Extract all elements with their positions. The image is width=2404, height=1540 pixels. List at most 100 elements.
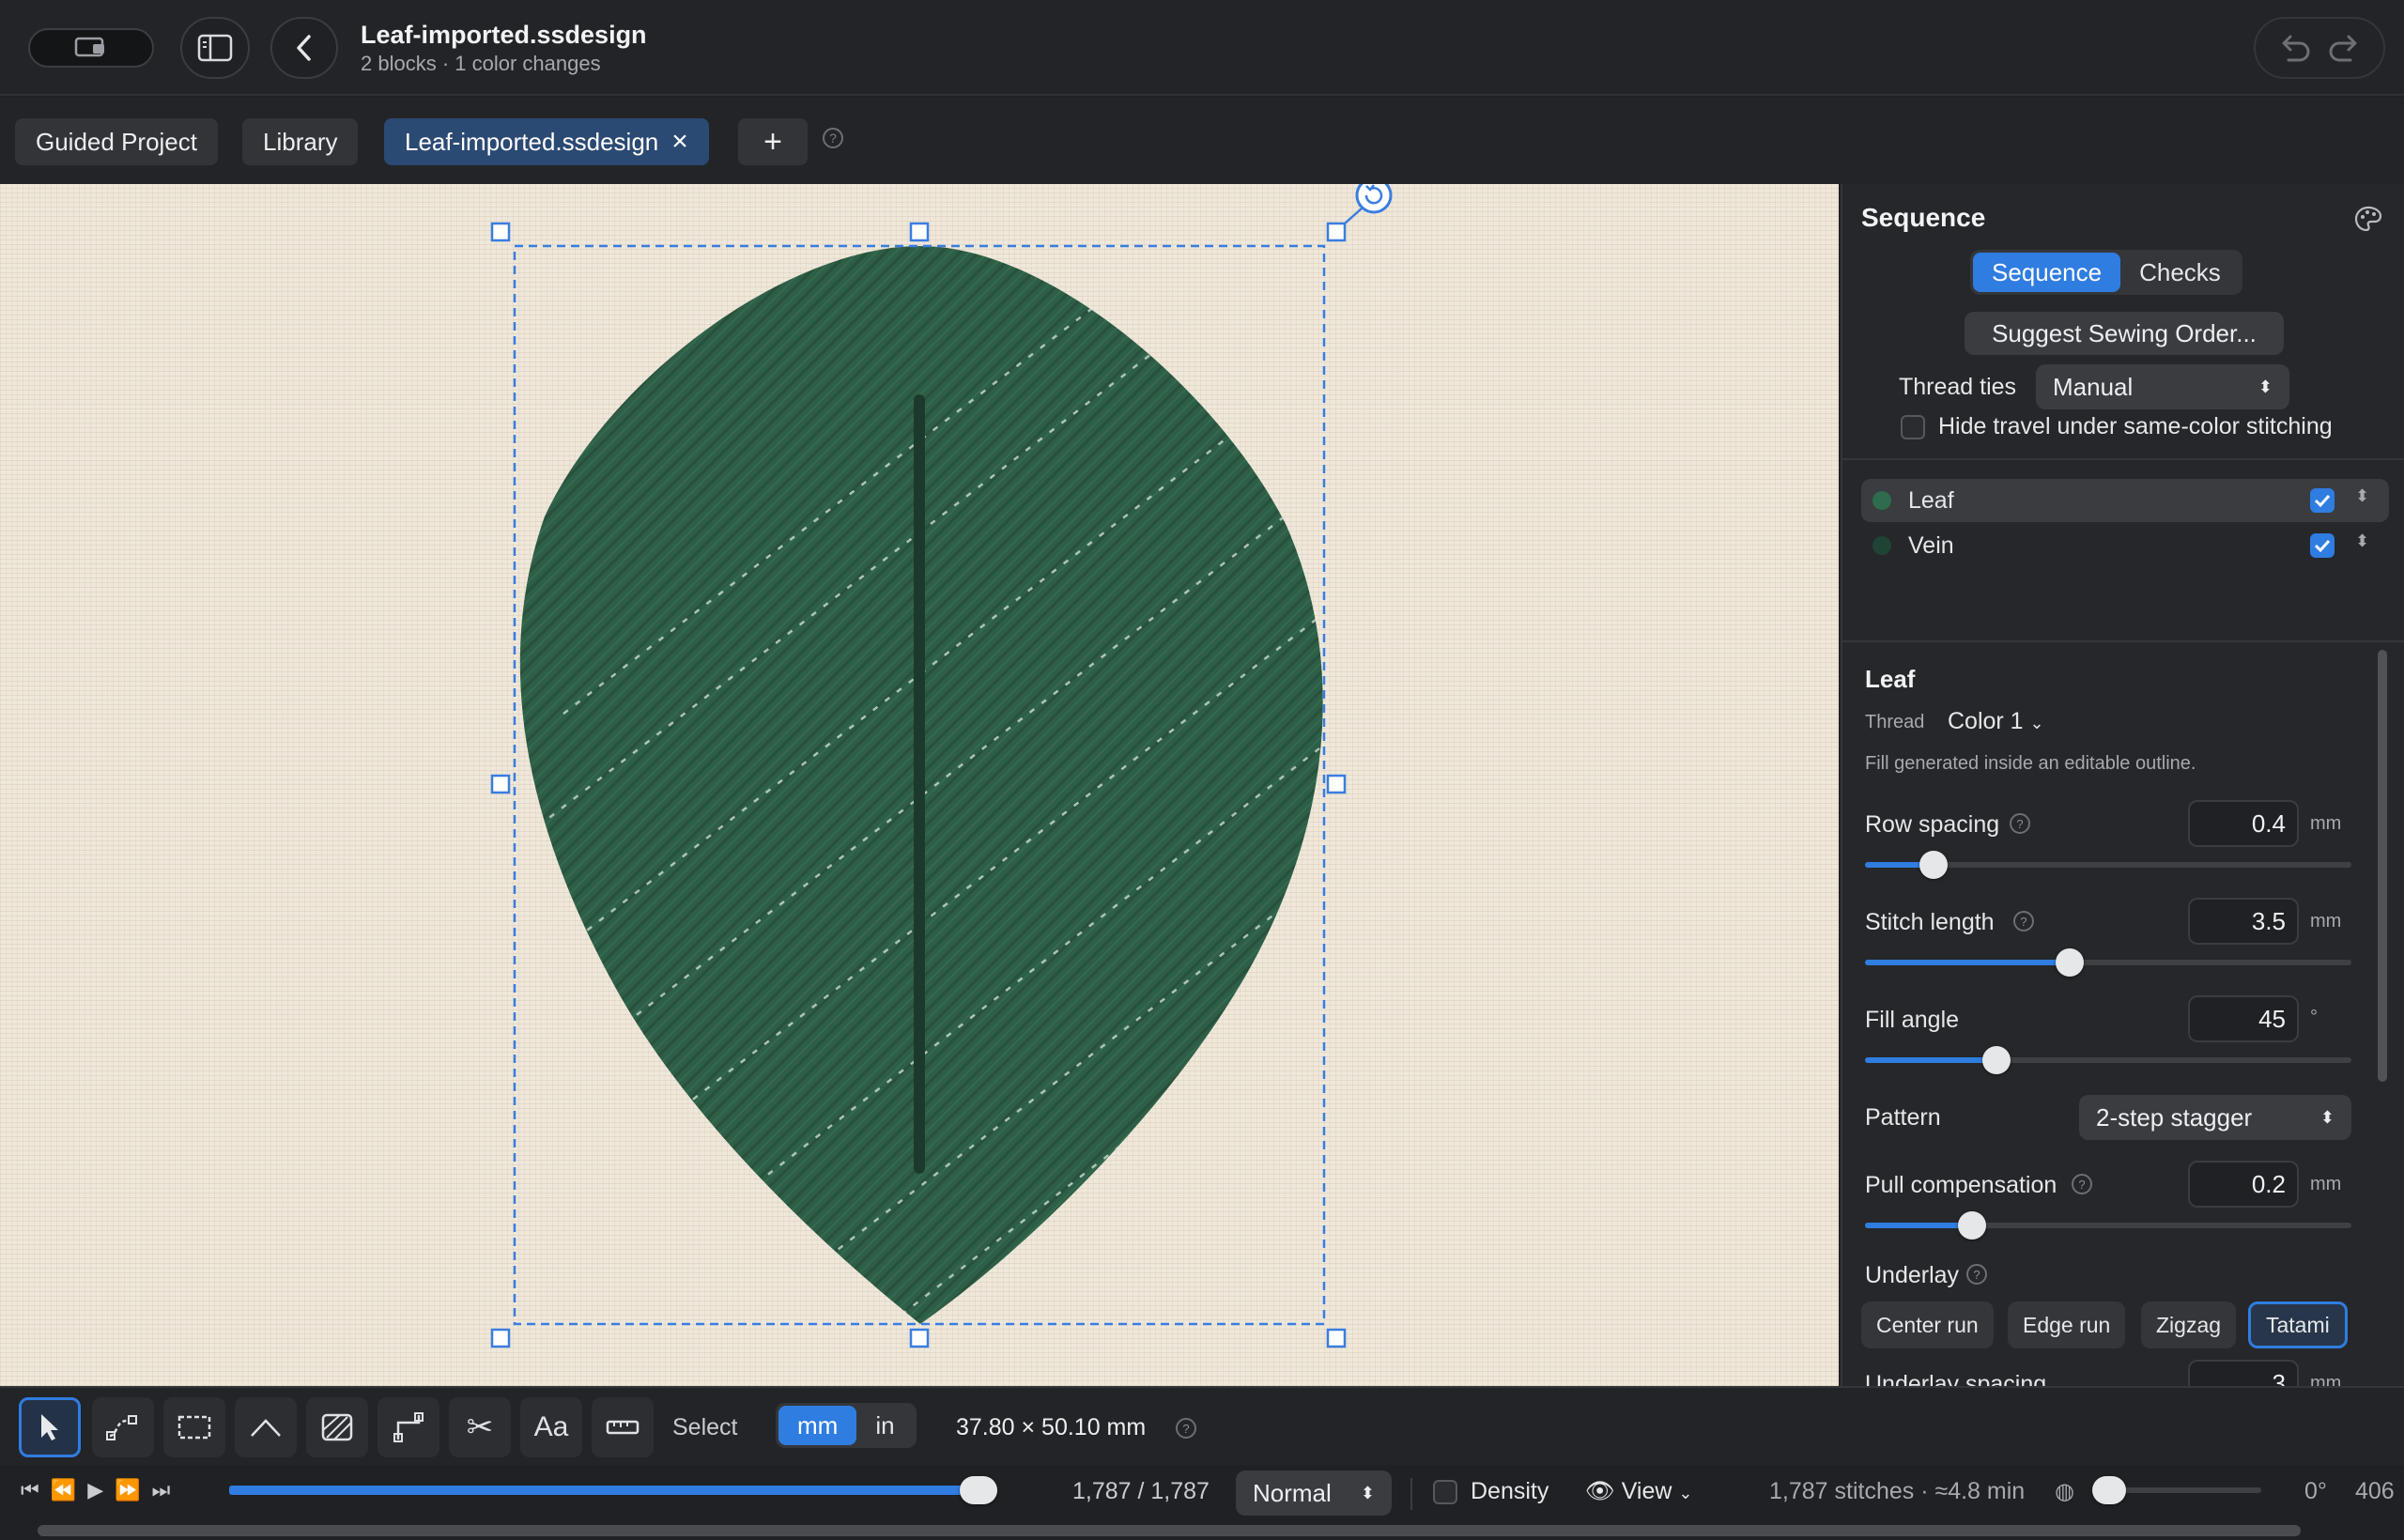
tab-guided-project[interactable]: Guided Project [15, 118, 218, 165]
select-tool[interactable] [19, 1397, 81, 1457]
help-icon[interactable]: ? [2072, 1174, 2092, 1194]
vein-visible-checkbox[interactable] [2310, 533, 2335, 558]
help-icon[interactable]: ? [1966, 1264, 1987, 1285]
stitch-progress-slider[interactable] [229, 1476, 997, 1504]
suggest-sewing-order-button[interactable]: Suggest Sewing Order... [1965, 312, 2284, 355]
mode-label: Select [672, 1414, 738, 1440]
horizontal-scrollbar[interactable] [38, 1525, 2301, 1536]
underlay-zigzag[interactable]: Zigzag [2141, 1301, 2237, 1348]
add-tab-button[interactable]: + [738, 118, 808, 165]
resize-handle-bottom-left[interactable] [490, 1328, 511, 1348]
resize-handle-top[interactable] [909, 222, 930, 242]
stitch-length-input[interactable]: 3.5 [2188, 898, 2299, 945]
slider-thumb[interactable] [1981, 1046, 2011, 1074]
divider [1842, 640, 2404, 642]
back-button[interactable] [270, 17, 338, 79]
rectangle-select-tool[interactable] [163, 1397, 225, 1457]
fill-tool[interactable] [306, 1397, 368, 1457]
tab-document[interactable]: Leaf-imported.ssdesign × [384, 118, 709, 165]
path-tool[interactable] [92, 1397, 154, 1457]
cut-tool[interactable]: ✂ [449, 1397, 511, 1457]
leaf-visible-checkbox[interactable] [2310, 488, 2335, 513]
pull-compensation-label: Pull compensation [1865, 1172, 2057, 1198]
slider-thumb[interactable] [1957, 1211, 1986, 1240]
slider-thumb[interactable] [2055, 948, 2084, 977]
stitch-count-info: 1,787 stitches · ≈4.8 min [1769, 1478, 2026, 1504]
leaf-design[interactable] [0, 184, 1839, 1386]
underlay-spacing-input[interactable]: 3 [2188, 1360, 2299, 1386]
pull-compensation-input[interactable]: 0.2 [2188, 1161, 2299, 1208]
slider-thumb[interactable] [2092, 1476, 2126, 1504]
zoom-slider[interactable] [2092, 1476, 2261, 1504]
panel-scrollbar[interactable] [2378, 650, 2387, 1082]
measure-tool[interactable] [592, 1397, 654, 1457]
row-spacing-slider[interactable] [1865, 851, 2351, 879]
resize-handle-bottom[interactable] [909, 1328, 930, 1348]
text-tool[interactable]: Aa [520, 1397, 582, 1457]
undo-redo-group [2254, 17, 2385, 79]
document-title: Leaf-imported.ssdesign [361, 21, 647, 49]
underlay-center-run[interactable]: Center run [1861, 1301, 1994, 1348]
seg-checks[interactable]: Checks [2120, 253, 2240, 292]
pull-compensation-slider[interactable] [1865, 1211, 2351, 1240]
density-label: Density [1471, 1478, 1549, 1504]
fill-angle-input[interactable]: 45 [2188, 995, 2299, 1042]
thread-select[interactable]: Color 1 ⌄ [1948, 708, 2044, 735]
row-spacing-input[interactable]: 0.4 [2188, 800, 2299, 847]
stitch-length-unit: mm [2310, 911, 2342, 932]
tab-document-label: Leaf-imported.ssdesign [405, 127, 659, 156]
view-menu[interactable]: 👁 View ⌄ [1585, 1478, 1693, 1505]
skip-start-icon[interactable]: ⏮ [21, 1478, 51, 1502]
density-checkbox[interactable] [1433, 1480, 1457, 1504]
underlay-spacing-row: Underlay spacing 3 mm [1842, 1358, 2350, 1386]
underlay-edge-run[interactable]: Edge run [2008, 1301, 2126, 1348]
underlay-tatami[interactable]: Tatami [2248, 1301, 2348, 1348]
resize-handle-top-left[interactable] [490, 222, 511, 242]
fill-angle-slider[interactable] [1865, 1046, 2351, 1074]
redo-icon[interactable] [2326, 32, 2364, 64]
slider-thumb[interactable] [1919, 851, 1948, 879]
help-icon[interactable]: ? [2010, 813, 2030, 834]
stitch-length-slider[interactable] [1865, 948, 2351, 977]
pattern-select[interactable]: 2-step stagger ⬍ [2079, 1095, 2351, 1140]
satin-tool[interactable] [378, 1397, 439, 1457]
line-icon [251, 1419, 281, 1437]
unit-mm[interactable]: mm [778, 1406, 857, 1445]
reorder-handle-icon[interactable]: ⬍ [2355, 486, 2369, 506]
close-tab-icon[interactable]: × [671, 126, 688, 158]
resize-handle-bottom-right[interactable] [1326, 1328, 1347, 1348]
palette-icon[interactable] [2353, 205, 2383, 233]
resize-handle-right[interactable] [1326, 774, 1347, 794]
reorder-handle-icon[interactable]: ⬍ [2355, 531, 2369, 551]
hide-travel-checkbox[interactable] [1901, 415, 1925, 439]
fill-angle-unit: ° [2310, 1007, 2318, 1027]
rotate-handle-icon[interactable] [1355, 184, 1393, 214]
chevron-down-icon: ⌄ [1678, 1484, 1693, 1502]
seg-sequence[interactable]: Sequence [1973, 253, 2121, 292]
help-icon[interactable]: ? [1176, 1418, 1196, 1439]
unit-in[interactable]: in [856, 1406, 913, 1445]
slider-thumb[interactable] [960, 1476, 997, 1504]
running-stitch-tool[interactable] [235, 1397, 297, 1457]
slider-fill [1865, 1223, 1972, 1228]
step-back-icon[interactable]: ⏪ [51, 1478, 87, 1502]
skip-end-icon[interactable]: ⏭ [152, 1478, 182, 1502]
undo-icon[interactable] [2275, 32, 2313, 64]
vein-color-swatch [1872, 536, 1891, 555]
help-icon[interactable]: ? [2013, 911, 2034, 932]
device-connection-button[interactable] [28, 28, 154, 68]
thread-ties-select[interactable]: Manual ⬍ [2036, 364, 2289, 409]
leaf-vein[interactable] [914, 394, 925, 1174]
resize-handle-left[interactable] [490, 774, 511, 794]
help-icon[interactable]: ? [823, 128, 843, 148]
play-icon[interactable]: ▶ [87, 1478, 115, 1502]
resize-handle-top-right[interactable] [1326, 222, 1347, 242]
tab-library[interactable]: Library [242, 118, 359, 165]
hide-travel-label: Hide travel under same-color stitching [1938, 413, 2333, 439]
underlay-spacing-label: Underlay spacing [1865, 1371, 2047, 1386]
sidebar-toggle-button[interactable] [180, 17, 250, 79]
stitch-progress-text: 1,787 / 1,787 [1072, 1478, 1210, 1504]
speed-select[interactable]: Normal ⬍ [1236, 1471, 1392, 1516]
design-canvas[interactable] [0, 184, 1839, 1386]
step-forward-icon[interactable]: ⏩ [115, 1478, 151, 1502]
